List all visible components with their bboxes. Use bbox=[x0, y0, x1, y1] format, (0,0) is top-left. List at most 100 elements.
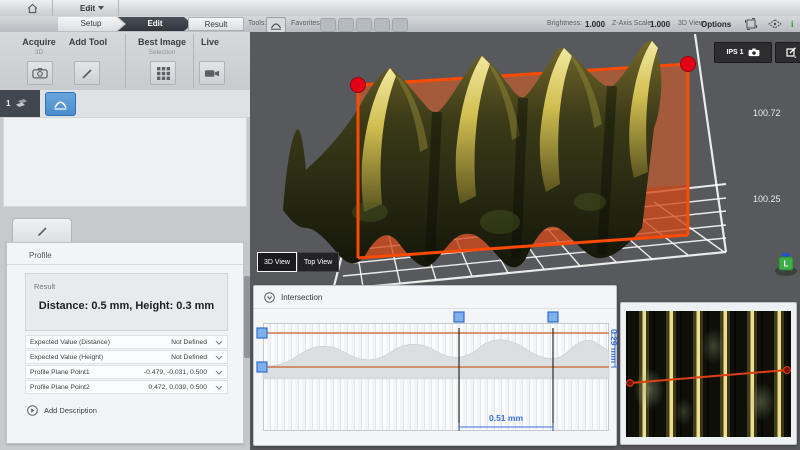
menu-separator bbox=[52, 0, 53, 16]
acquire-group-subtitle: 3D bbox=[14, 49, 64, 56]
tool-list-empty-area bbox=[3, 117, 247, 207]
add-tool-group-title: Add Tool bbox=[63, 37, 113, 47]
chevron-down-icon[interactable] bbox=[215, 340, 223, 345]
chevron-down-icon[interactable] bbox=[215, 355, 223, 360]
chevron-down-icon[interactable] bbox=[215, 385, 223, 390]
view-orientation-button[interactable] bbox=[766, 17, 784, 31]
row-value: -0.479, -0.031, 0.500 bbox=[144, 369, 207, 376]
plane-point2-row[interactable]: Profile Plane Point2 0.472, 0.039, 0.500 bbox=[25, 380, 228, 394]
favorite-slot-button[interactable] bbox=[356, 18, 372, 32]
height-marker-handle[interactable] bbox=[257, 328, 267, 338]
orientation-compass[interactable]: L bbox=[772, 252, 800, 278]
divider bbox=[7, 264, 243, 265]
height-marker-handle[interactable] bbox=[257, 362, 267, 372]
distance-marker-handle[interactable] bbox=[454, 312, 464, 322]
acquire-toolbar: Acquire 3D Add Tool Best Image Selection… bbox=[0, 32, 250, 90]
profile-tool-chip-selected[interactable] bbox=[45, 92, 76, 116]
plane-endpoint-dot[interactable] bbox=[351, 78, 366, 93]
profile-tool-button[interactable] bbox=[266, 17, 286, 33]
acquire-group-title: Acquire bbox=[14, 37, 64, 47]
favorite-slot-button[interactable] bbox=[392, 18, 408, 32]
viewport-toolbar: IPS 1 bbox=[714, 42, 800, 63]
tool-list: 1 bbox=[0, 90, 250, 118]
toolbar-separator bbox=[125, 34, 126, 88]
best-image-group-subtitle: Selection bbox=[137, 49, 187, 56]
zaxis-scale-value[interactable]: 1.000 bbox=[650, 20, 670, 29]
height-dimension-label: 0.29 mm bbox=[609, 329, 618, 363]
compass-icon: L bbox=[772, 252, 800, 278]
measurement-line-overlay bbox=[626, 311, 791, 437]
camera-icon bbox=[32, 67, 48, 79]
tab-edit[interactable]: Edit bbox=[118, 17, 192, 31]
dataset-list-item[interactable]: 1 bbox=[0, 90, 40, 117]
plane-point1-row[interactable]: Profile Plane Point1 -0.479, -0.031, 0.5… bbox=[25, 365, 228, 379]
z-axis-tick-label: 100.72 bbox=[753, 108, 781, 118]
export-image-button[interactable] bbox=[775, 42, 800, 63]
row-label: Expected Value (Distance) bbox=[30, 339, 171, 346]
3d-view-button[interactable]: 3D View bbox=[257, 252, 297, 272]
result-label: Result bbox=[34, 282, 55, 291]
add-description-button[interactable]: Add Description bbox=[27, 405, 97, 416]
brightness-value[interactable]: 1.000 bbox=[585, 20, 605, 29]
layers-icon bbox=[15, 98, 28, 109]
view-switcher: 3D View Top View bbox=[257, 252, 339, 272]
expected-height-row[interactable]: Expected Value (Height) Not Defined bbox=[25, 350, 228, 364]
z-axis-tick-label: 100.25 bbox=[753, 194, 781, 204]
favorites-label: Favorites: bbox=[291, 20, 322, 27]
favorite-slot-button[interactable] bbox=[374, 18, 390, 32]
grid-icon bbox=[157, 67, 170, 80]
tab-result[interactable]: Result bbox=[188, 17, 244, 31]
application-window: Edit Setup Edit Result Tools: Favorites:… bbox=[0, 0, 800, 450]
edit-menu-label: Edit bbox=[80, 4, 95, 13]
expand-circle-icon bbox=[27, 405, 38, 416]
plane-endpoint-dot[interactable] bbox=[681, 57, 696, 72]
profile-panel: Profile Result Distance: 0.5 mm, Height:… bbox=[6, 242, 244, 444]
brightness-label: Brightness: bbox=[547, 20, 582, 27]
crop-frame-icon bbox=[745, 18, 757, 30]
home-button[interactable] bbox=[22, 1, 42, 15]
top-view-button[interactable]: Top View bbox=[297, 252, 339, 272]
live-view-button[interactable] bbox=[199, 61, 225, 85]
row-label: Expected Value (Height) bbox=[30, 354, 171, 361]
expected-distance-row[interactable]: Expected Value (Distance) Not Defined bbox=[25, 335, 228, 349]
tab-setup[interactable]: Setup bbox=[58, 17, 124, 31]
add-description-label: Add Description bbox=[44, 406, 97, 415]
pencil-icon bbox=[81, 67, 94, 80]
result-value: Distance: 0.5 mm, Height: 0.3 mm bbox=[26, 300, 227, 312]
3d-view-options-button[interactable]: Options bbox=[701, 20, 731, 29]
favorite-slot-button[interactable] bbox=[320, 18, 336, 32]
edit-menu-tab[interactable]: Edit bbox=[70, 0, 114, 16]
toolbar-separator bbox=[193, 34, 194, 88]
best-image-group-title: Best Image bbox=[137, 37, 187, 47]
video-camera-icon bbox=[204, 68, 220, 79]
intersection-panel: Intersection 0.51 mm0.29 mm bbox=[253, 285, 617, 446]
best-image-selection-button[interactable] bbox=[150, 61, 176, 85]
measure-endpoint-dot[interactable] bbox=[627, 380, 634, 387]
tab-result-label: Result bbox=[205, 20, 228, 29]
chevron-down-icon bbox=[98, 6, 104, 10]
top-view-button-label: Top View bbox=[304, 259, 332, 266]
profile-curve-icon bbox=[53, 99, 68, 110]
tab-setup-label: Setup bbox=[81, 19, 102, 28]
measure-endpoint-dot[interactable] bbox=[784, 367, 791, 374]
distance-marker-handle[interactable] bbox=[548, 312, 558, 322]
info-icon[interactable]: i bbox=[791, 19, 794, 29]
row-value: 0.472, 0.039, 0.500 bbox=[148, 384, 207, 391]
ips-capture-button[interactable]: IPS 1 bbox=[714, 42, 772, 63]
zaxis-scale-label: Z-Axis Scale: bbox=[612, 20, 653, 27]
add-tool-button[interactable] bbox=[74, 61, 100, 85]
result-box: Result Distance: 0.5 mm, Height: 0.3 mm bbox=[25, 273, 228, 331]
tools-label: Tools: bbox=[248, 20, 266, 27]
ips-label: IPS 1 bbox=[726, 49, 743, 56]
favorite-slot-button[interactable] bbox=[338, 18, 354, 32]
acquire-3d-button[interactable] bbox=[27, 61, 53, 85]
chevron-down-icon[interactable] bbox=[215, 370, 223, 375]
camera-preview-panel bbox=[620, 302, 797, 445]
menu-separator bbox=[118, 0, 119, 16]
3d-view-button-label: 3D View bbox=[264, 259, 290, 266]
edit-profile-tab[interactable] bbox=[12, 218, 72, 243]
profile-chart-overlay: 0.51 mm0.29 mm bbox=[254, 286, 618, 447]
fit-frame-button[interactable] bbox=[742, 17, 760, 31]
camera-image[interactable] bbox=[626, 311, 791, 437]
row-label: Profile Plane Point1 bbox=[30, 369, 144, 376]
